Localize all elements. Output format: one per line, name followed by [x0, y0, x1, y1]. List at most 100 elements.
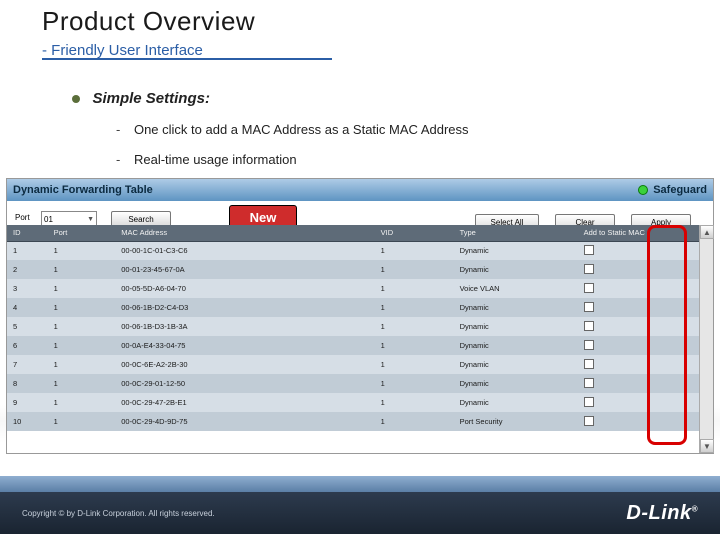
cell-type: Dynamic — [454, 393, 578, 412]
table-row: 6100-0A-E4-33-04-751Dynamic — [7, 336, 713, 355]
cell-add — [578, 241, 713, 260]
add-checkbox[interactable] — [584, 340, 594, 350]
page-title: Product Overview — [42, 6, 255, 37]
cell-id: 4 — [7, 298, 48, 317]
col-id: ID — [7, 225, 48, 241]
add-checkbox[interactable] — [584, 283, 594, 293]
cell-port: 1 — [48, 374, 116, 393]
dash-icon: - — [116, 152, 120, 167]
add-checkbox[interactable] — [584, 359, 594, 369]
add-checkbox[interactable] — [584, 245, 594, 255]
bullet-main-text: Simple Settings: — [92, 90, 210, 107]
cell-id: 8 — [7, 374, 48, 393]
cell-mac: 00-06-1B-D2-C4-D3 — [115, 298, 374, 317]
cell-add — [578, 336, 713, 355]
cell-add — [578, 260, 713, 279]
cell-id: 3 — [7, 279, 48, 298]
bullet-main: Simple Settings: — [72, 90, 210, 108]
table-row: 4100-06-1B-D2-C4-D31Dynamic — [7, 298, 713, 317]
cell-id: 7 — [7, 355, 48, 374]
cell-mac: 00-0C-6E-A2-2B-30 — [115, 355, 374, 374]
scroll-down-icon[interactable]: ▼ — [700, 439, 714, 453]
col-mac: MAC Address — [115, 225, 374, 241]
panel-title: Dynamic Forwarding Table — [13, 184, 153, 196]
cell-type: Dynamic — [454, 260, 578, 279]
cell-type: Dynamic — [454, 355, 578, 374]
add-checkbox[interactable] — [584, 302, 594, 312]
copyright-text: Copyright © by D-Link Corporation. All r… — [22, 509, 215, 518]
cell-port: 1 — [48, 260, 116, 279]
safeguard-badge: Safeguard — [638, 184, 707, 196]
cell-add — [578, 412, 713, 431]
cell-type: Port Security — [454, 412, 578, 431]
bullet-sub-1: - One click to add a MAC Address as a St… — [116, 122, 469, 137]
cell-vid: 1 — [375, 298, 454, 317]
cell-id: 5 — [7, 317, 48, 336]
cell-port: 1 — [48, 336, 116, 355]
cell-vid: 1 — [375, 374, 454, 393]
forwarding-table: ID Port MAC Address VID Type Add to Stat… — [7, 225, 713, 431]
table-row: 3100-05-5D-A6-04-701Voice VLAN — [7, 279, 713, 298]
add-checkbox[interactable] — [584, 378, 594, 388]
footer: Copyright © by D-Link Corporation. All r… — [0, 492, 720, 534]
cell-mac: 00-01-23-45-67-0A — [115, 260, 374, 279]
add-checkbox[interactable] — [584, 264, 594, 274]
table-row: 9100-0C-29-47-2B-E11Dynamic — [7, 393, 713, 412]
scrollbar[interactable]: ▲ ▼ — [699, 225, 713, 453]
cell-id: 10 — [7, 412, 48, 431]
cell-vid: 1 — [375, 336, 454, 355]
cell-mac: 00-05-5D-A6-04-70 — [115, 279, 374, 298]
cell-mac: 00-06-1B-D3-1B-3A — [115, 317, 374, 336]
cell-vid: 1 — [375, 393, 454, 412]
cell-port: 1 — [48, 393, 116, 412]
col-add: Add to Static MAC — [578, 225, 713, 241]
cell-add — [578, 298, 713, 317]
cell-vid: 1 — [375, 241, 454, 260]
safeguard-dot-icon — [638, 185, 648, 195]
brand-logo: D-Link® — [626, 502, 698, 525]
cell-vid: 1 — [375, 279, 454, 298]
cell-mac: 00-0C-29-4D-9D-75 — [115, 412, 374, 431]
cell-add — [578, 317, 713, 336]
cell-port: 1 — [48, 412, 116, 431]
cell-id: 9 — [7, 393, 48, 412]
cell-id: 1 — [7, 241, 48, 260]
cell-type: Dynamic — [454, 374, 578, 393]
cell-vid: 1 — [375, 260, 454, 279]
table-row: 2100-01-23-45-67-0A1Dynamic — [7, 260, 713, 279]
page-subtitle: - Friendly User Interface — [42, 42, 203, 59]
cell-port: 1 — [48, 279, 116, 298]
add-checkbox[interactable] — [584, 416, 594, 426]
cell-mac: 00-0C-29-47-2B-E1 — [115, 393, 374, 412]
cell-add — [578, 279, 713, 298]
title-underline — [42, 58, 332, 60]
bullet-sub-1-text: One click to add a MAC Address as a Stat… — [134, 122, 469, 137]
scroll-up-icon[interactable]: ▲ — [700, 225, 714, 239]
bullet-sub-2-text: Real-time usage information — [134, 152, 297, 167]
cell-type: Voice VLAN — [454, 279, 578, 298]
cell-id: 6 — [7, 336, 48, 355]
cell-mac: 00-0C-29-01-12-50 — [115, 374, 374, 393]
cell-vid: 1 — [375, 412, 454, 431]
cell-type: Dynamic — [454, 336, 578, 355]
cell-port: 1 — [48, 298, 116, 317]
safeguard-label: Safeguard — [653, 184, 707, 196]
add-checkbox[interactable] — [584, 397, 594, 407]
cell-port: 1 — [48, 317, 116, 336]
col-vid: VID — [375, 225, 454, 241]
port-label: Port — [15, 213, 30, 222]
panel-header: Dynamic Forwarding Table Safeguard — [7, 179, 713, 201]
cell-add — [578, 393, 713, 412]
cell-port: 1 — [48, 355, 116, 374]
table-row: 5100-06-1B-D3-1B-3A1Dynamic — [7, 317, 713, 336]
cell-type: Dynamic — [454, 317, 578, 336]
add-checkbox[interactable] — [584, 321, 594, 331]
port-select-value: 01 — [44, 215, 53, 224]
table-row: 1100-00-1C-01-C3-C61Dynamic — [7, 241, 713, 260]
forwarding-table-panel: Dynamic Forwarding Table Safeguard Port … — [6, 178, 714, 454]
chevron-down-icon: ▼ — [87, 216, 94, 223]
col-type: Type — [454, 225, 578, 241]
col-port: Port — [48, 225, 116, 241]
table-container: ID Port MAC Address VID Type Add to Stat… — [7, 225, 713, 453]
cell-mac: 00-00-1C-01-C3-C6 — [115, 241, 374, 260]
